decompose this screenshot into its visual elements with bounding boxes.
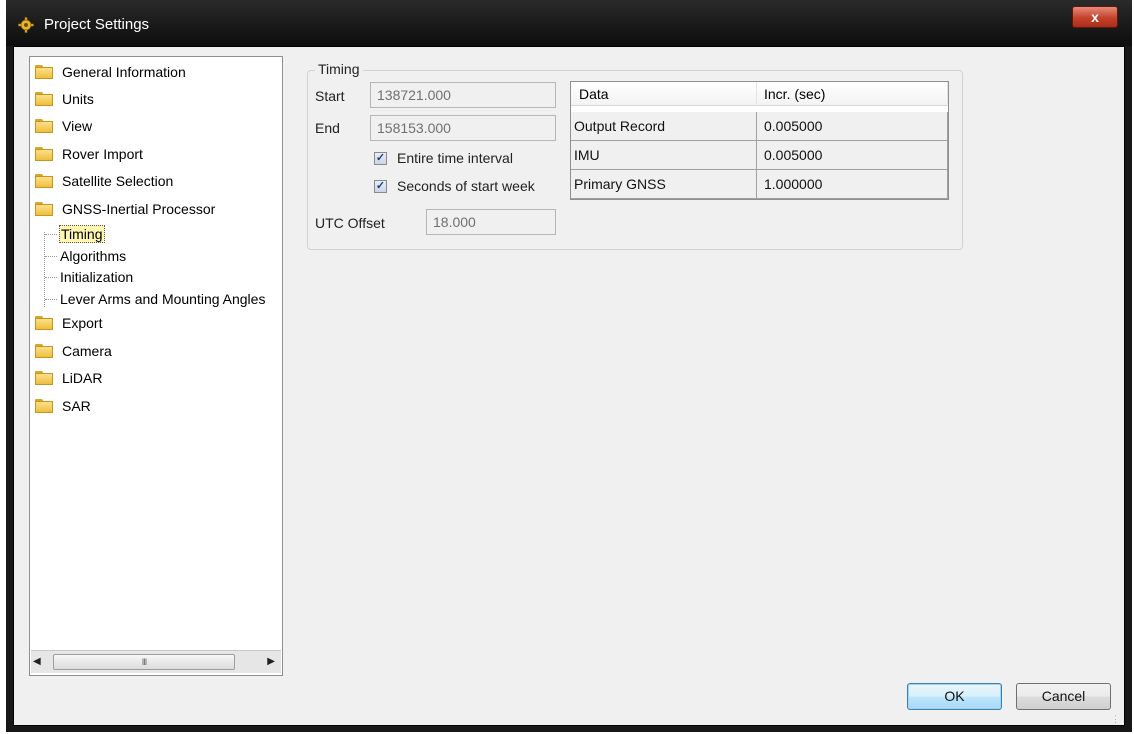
tree-connector — [45, 299, 57, 300]
table-cell-incr[interactable]: 0.005000 — [757, 112, 948, 141]
entire-time-interval-checkbox-row[interactable]: ✓ Entire time interval — [374, 150, 513, 166]
tree-item-sar[interactable]: SAR — [35, 394, 91, 418]
close-button[interactable]: x — [1072, 6, 1118, 28]
tree-item-label: Satellite Selection — [62, 173, 174, 189]
window-title: Project Settings — [44, 16, 150, 33]
tree-item-label: Algorithms — [60, 248, 127, 264]
tree-item-label: Units — [62, 91, 94, 107]
folder-icon — [35, 202, 53, 216]
desktop-edge — [0, 210, 6, 734]
tree-item-lidar[interactable]: LiDAR — [35, 366, 102, 390]
folder-icon — [35, 92, 53, 106]
seconds-of-start-week-label: Seconds of start week — [397, 178, 535, 194]
arrow-right-icon[interactable]: ▶ — [267, 656, 275, 667]
tree-item-label: Export — [62, 315, 103, 331]
tree-item-timing[interactable]: Timing — [59, 223, 105, 245]
tree-connector — [45, 234, 57, 235]
tree-item-label: LiDAR — [62, 370, 103, 386]
settings-tree[interactable]: General Information Units View Rover Imp… — [29, 56, 283, 676]
tree-item-label: GNSS-Inertial Processor — [62, 201, 216, 217]
tree-item-lever-arms[interactable]: Lever Arms and Mounting Angles — [59, 288, 266, 310]
tree-item-label: Rover Import — [62, 146, 143, 162]
arrow-left-icon[interactable]: ◀ — [33, 656, 41, 667]
ok-button[interactable]: OK — [907, 683, 1002, 710]
tree-connector — [45, 256, 57, 257]
tree-connector-line — [44, 232, 46, 307]
table-cell-data[interactable]: IMU — [571, 141, 757, 170]
column-header-incr[interactable]: Incr. (sec) — [757, 82, 948, 106]
table-cell-data[interactable]: Primary GNSS — [571, 170, 757, 199]
tree-item-algorithms[interactable]: Algorithms — [59, 245, 127, 267]
scroll-thumb[interactable]: III — [53, 654, 235, 670]
column-header-data[interactable]: Data — [571, 82, 757, 106]
tree-item-label: View — [62, 118, 93, 134]
tree-item-initialization[interactable]: Initialization — [59, 266, 134, 288]
start-label: Start — [315, 88, 345, 104]
folder-icon — [35, 119, 53, 133]
tree-item-view[interactable]: View — [35, 114, 92, 138]
cancel-button[interactable]: Cancel — [1016, 683, 1111, 710]
tree-item-satellite-selection[interactable]: Satellite Selection — [35, 169, 173, 193]
folder-icon — [35, 316, 53, 330]
resize-grip-icon[interactable]: ⋮ — [1111, 714, 1121, 724]
tree-item-label: Initialization — [60, 269, 134, 285]
seconds-of-start-week-checkbox-row[interactable]: ✓ Seconds of start week — [374, 178, 535, 194]
entire-time-interval-label: Entire time interval — [397, 150, 513, 166]
horizontal-scrollbar[interactable]: ◀ III ▶ — [31, 650, 281, 673]
tree-item-rover-import[interactable]: Rover Import — [35, 142, 143, 166]
folder-icon — [35, 344, 53, 358]
seconds-of-start-week-checkbox[interactable]: ✓ — [374, 179, 387, 193]
data-increment-table[interactable]: Data Incr. (sec) Output Record 0.005000 … — [570, 81, 949, 200]
tree-item-label: Timing — [59, 225, 105, 243]
tree-item-camera[interactable]: Camera — [35, 339, 112, 363]
table-cell-incr[interactable]: 0.005000 — [757, 141, 948, 170]
start-field[interactable]: 138721.000 — [370, 82, 556, 108]
table-cell-data[interactable]: Output Record — [571, 112, 757, 141]
table-cell-incr[interactable]: 1.000000 — [757, 170, 948, 199]
tree-item-general-information[interactable]: General Information — [35, 60, 186, 84]
folder-icon — [35, 399, 53, 413]
tree-item-export[interactable]: Export — [35, 311, 102, 335]
tree-item-label: Lever Arms and Mounting Angles — [60, 291, 266, 307]
tree-item-units[interactable]: Units — [35, 87, 94, 111]
tree-item-label: General Information — [62, 64, 186, 80]
utc-offset-field[interactable]: 18.000 — [426, 209, 556, 235]
folder-icon — [35, 65, 53, 79]
folder-icon — [35, 371, 53, 385]
end-field[interactable]: 158153.000 — [370, 115, 556, 141]
tree-item-label: Camera — [62, 343, 112, 359]
title-bar[interactable] — [6, 0, 1132, 46]
folder-icon — [35, 174, 53, 188]
utc-offset-label: UTC Offset — [315, 215, 385, 231]
entire-time-interval-checkbox[interactable]: ✓ — [374, 151, 387, 165]
end-label: End — [315, 120, 340, 136]
gear-icon — [18, 17, 34, 33]
tree-connector — [45, 277, 57, 278]
tree-item-label: SAR — [62, 398, 91, 414]
tree-item-gnss-inertial-processor[interactable]: GNSS-Inertial Processor — [35, 197, 215, 221]
folder-icon — [35, 147, 53, 161]
timing-group-label: Timing — [315, 61, 363, 77]
